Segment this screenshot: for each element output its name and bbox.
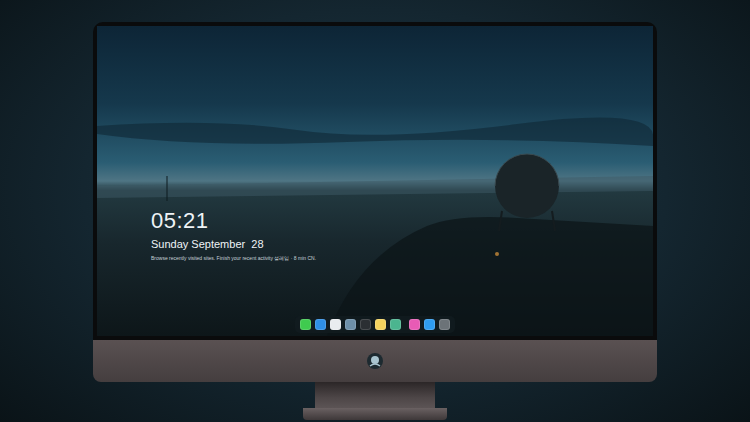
clock-date: Sunday September 28	[151, 238, 653, 251]
app-icon[interactable]	[345, 319, 356, 330]
monitor-base	[303, 408, 447, 420]
app-icon[interactable]	[424, 319, 435, 330]
clock-time: 05:21	[151, 209, 653, 232]
dock	[295, 316, 455, 333]
app-icon[interactable]	[390, 319, 401, 330]
dock-recent	[409, 319, 450, 330]
monitor-stand	[315, 382, 435, 408]
app-icon[interactable]	[409, 319, 420, 330]
lock-screen[interactable]: 05:21 Sunday September 28 Browse recently …	[97, 26, 653, 336]
dock-apps	[300, 319, 401, 330]
app-icon[interactable]	[439, 319, 450, 330]
app-icon[interactable]	[300, 319, 311, 330]
lock-info: 05:21 Sunday September 28 Browse recently …	[151, 209, 653, 262]
page: 05:21 Sunday September 28 Browse recently …	[0, 0, 750, 422]
status-line: Browse recently visited sites. Finish yo…	[151, 255, 653, 262]
app-icon[interactable]	[330, 319, 341, 330]
monitor-chin	[93, 340, 657, 382]
app-icon[interactable]	[375, 319, 386, 330]
app-icon[interactable]	[360, 319, 371, 330]
monitor: 05:21 Sunday September 28 Browse recently …	[93, 22, 657, 420]
brand-logo-icon	[366, 352, 384, 370]
wallpaper	[97, 26, 653, 336]
monitor-bezel: 05:21 Sunday September 28 Browse recently …	[93, 22, 657, 340]
app-icon[interactable]	[315, 319, 326, 330]
